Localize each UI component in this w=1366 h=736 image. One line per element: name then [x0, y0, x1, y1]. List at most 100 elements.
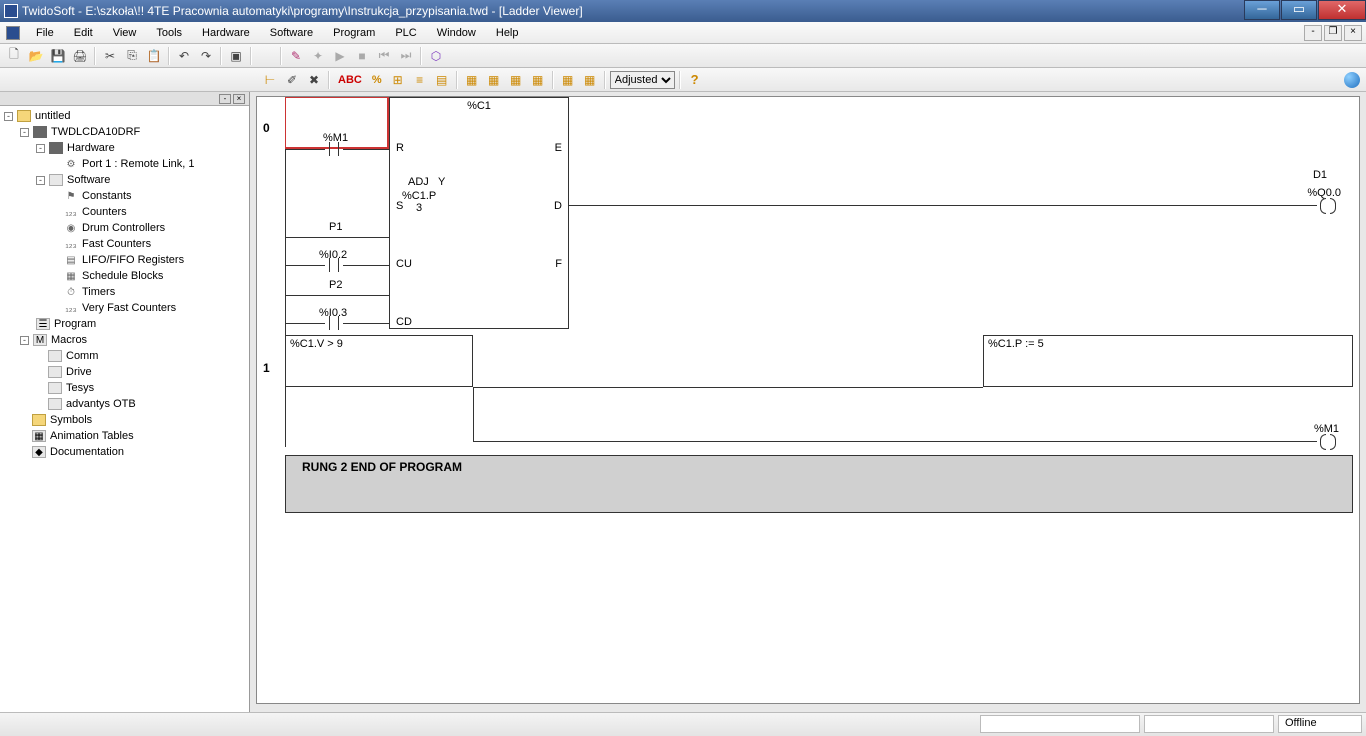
- expand-icon[interactable]: -: [20, 336, 29, 345]
- tree-lifo[interactable]: LIFO/FIFO Registers: [82, 254, 184, 266]
- menu-window[interactable]: Window: [427, 25, 486, 41]
- mdi-close-button[interactable]: ×: [1344, 25, 1362, 41]
- expand-icon[interactable]: -: [4, 112, 13, 121]
- analyze-button[interactable]: ✎: [286, 46, 306, 66]
- menu-plc[interactable]: PLC: [385, 25, 426, 41]
- open-button[interactable]: 📂: [26, 46, 46, 66]
- tree-timers[interactable]: Timers: [82, 286, 115, 298]
- cut-button[interactable]: ✂: [100, 46, 120, 66]
- menu-file[interactable]: File: [26, 25, 64, 41]
- wire: [473, 387, 474, 441]
- tree-software[interactable]: Software: [67, 174, 110, 186]
- step-fwd-button[interactable]: ⏭: [396, 46, 416, 66]
- close-button[interactable]: ✕: [1318, 0, 1366, 20]
- stop-button[interactable]: ■: [352, 46, 372, 66]
- wire: [473, 387, 983, 388]
- tree-doc[interactable]: Documentation: [50, 446, 124, 458]
- run-button[interactable]: ▶: [330, 46, 350, 66]
- comment-button[interactable]: ≡: [410, 70, 430, 90]
- lifo-icon: ▤: [64, 254, 78, 266]
- tree-constants[interactable]: Constants: [82, 190, 132, 202]
- globe-icon[interactable]: [1344, 72, 1360, 88]
- compare-block[interactable]: %C1.V > 9: [285, 335, 473, 387]
- mdi-restore-button[interactable]: ❐: [1324, 25, 1342, 41]
- tb-b-button[interactable]: ▦: [484, 70, 504, 90]
- menu-program[interactable]: Program: [323, 25, 385, 41]
- delete-rung-button[interactable]: ✖: [304, 70, 324, 90]
- contact-i03[interactable]: [325, 316, 343, 330]
- tree-hardware[interactable]: Hardware: [67, 142, 115, 154]
- tree-advantys[interactable]: advantys OTB: [66, 398, 136, 410]
- edit-rung-button[interactable]: ✐: [282, 70, 302, 90]
- coil-m1[interactable]: [1317, 434, 1339, 448]
- counter-s: S: [396, 200, 403, 212]
- tb-c-button[interactable]: ▦: [506, 70, 526, 90]
- zoom-select[interactable]: Adjusted: [610, 71, 675, 89]
- save-button[interactable]: 💾: [48, 46, 68, 66]
- tree-comm[interactable]: Comm: [66, 350, 98, 362]
- contact-m1[interactable]: [325, 142, 343, 156]
- ladder-canvas[interactable]: 0 %C1 R E ADJ Y %C1.P S 3 D CU F CD %M1: [256, 96, 1360, 704]
- header-button[interactable]: ▤: [432, 70, 452, 90]
- minimize-button[interactable]: ─: [1244, 0, 1280, 20]
- coil-q00[interactable]: [1317, 198, 1339, 212]
- expand-icon[interactable]: -: [20, 128, 29, 137]
- tree-symbols[interactable]: Symbols: [50, 414, 92, 426]
- menu-help[interactable]: Help: [486, 25, 529, 41]
- tree-macros[interactable]: Macros: [51, 334, 87, 346]
- rung-end[interactable]: RUNG 2 END OF PROGRAM: [285, 455, 1353, 513]
- paste-button[interactable]: 📋: [144, 46, 164, 66]
- window-title: TwidoSoft - E:\szkoła\!! 4TE Pracownia a…: [22, 4, 1243, 18]
- new-button[interactable]: 🗋: [4, 46, 24, 66]
- tree-drive[interactable]: Drive: [66, 366, 92, 378]
- project-tree[interactable]: -untitled -TWDLCDA10DRF -Hardware ⚙Port …: [0, 106, 249, 712]
- tree-port1[interactable]: Port 1 : Remote Link, 1: [82, 158, 195, 170]
- tree-program[interactable]: Program: [54, 318, 96, 330]
- menu-view[interactable]: View: [103, 25, 147, 41]
- copy-button[interactable]: ⎘: [122, 46, 142, 66]
- transfer-button[interactable]: ⬡: [426, 46, 446, 66]
- port-icon: ⚙: [64, 158, 78, 170]
- menu-hardware[interactable]: Hardware: [192, 25, 260, 41]
- undo-button[interactable]: ↶: [174, 46, 194, 66]
- software-icon: [49, 174, 63, 186]
- tree-tesys[interactable]: Tesys: [66, 382, 94, 394]
- symbols-toggle[interactable]: ABC: [334, 74, 366, 86]
- tree-fastc[interactable]: Fast Counters: [82, 238, 151, 250]
- tb-f-button[interactable]: ▦: [580, 70, 600, 90]
- contact-i02[interactable]: [325, 258, 343, 272]
- expand-icon[interactable]: -: [36, 144, 45, 153]
- compare-expr: %C1.V > 9: [290, 338, 343, 350]
- tree-sched[interactable]: Schedule Blocks: [82, 270, 163, 282]
- tb-a-button[interactable]: ▦: [462, 70, 482, 90]
- tb-e-button[interactable]: ▦: [558, 70, 578, 90]
- toggle-tree-button[interactable]: ▣: [226, 46, 246, 66]
- macros-icon: M: [33, 334, 47, 346]
- help-icon[interactable]: ?: [685, 72, 705, 87]
- tree-root[interactable]: untitled: [35, 110, 70, 122]
- menu-edit[interactable]: Edit: [64, 25, 103, 41]
- navigator-close-button[interactable]: ×: [233, 94, 245, 104]
- grid-button[interactable]: ⊞: [388, 70, 408, 90]
- tb-d-button[interactable]: ▦: [528, 70, 548, 90]
- print-button[interactable]: 🖨: [70, 46, 90, 66]
- tree-counters[interactable]: Counters: [82, 206, 127, 218]
- counter-block[interactable]: %C1 R E ADJ Y %C1.P S 3 D CU F CD: [389, 97, 569, 329]
- tree-anim[interactable]: Animation Tables: [50, 430, 134, 442]
- navigator-pin-button[interactable]: -: [219, 94, 231, 104]
- step-back-button[interactable]: ⏮: [374, 46, 394, 66]
- menu-software[interactable]: Software: [260, 25, 323, 41]
- expand-icon[interactable]: -: [36, 176, 45, 185]
- assign-block[interactable]: %C1.P := 5: [983, 335, 1353, 387]
- schedule-icon: ▦: [64, 270, 78, 282]
- insert-rung-button[interactable]: ⊢: [260, 70, 280, 90]
- redo-button[interactable]: ↷: [196, 46, 216, 66]
- maximize-button[interactable]: ▭: [1281, 0, 1317, 20]
- address-toggle[interactable]: %: [368, 74, 386, 86]
- mdi-minimize-button[interactable]: -: [1304, 25, 1322, 41]
- tree-drum[interactable]: Drum Controllers: [82, 222, 165, 234]
- tree-vfast[interactable]: Very Fast Counters: [82, 302, 176, 314]
- tree-device[interactable]: TWDLCDA10DRF: [51, 126, 140, 138]
- menu-tools[interactable]: Tools: [146, 25, 192, 41]
- toggle-anim-button[interactable]: ✦: [308, 46, 328, 66]
